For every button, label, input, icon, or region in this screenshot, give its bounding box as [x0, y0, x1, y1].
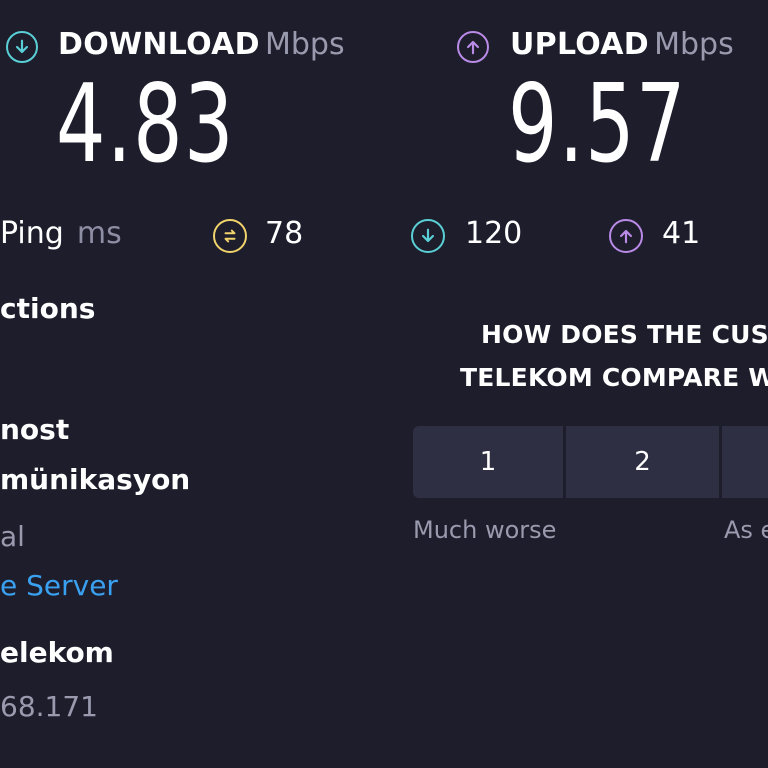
survey-question-line2: TELEKOM COMPARE W	[460, 363, 768, 392]
download-value: 4.83	[56, 62, 235, 187]
ping-unloaded-value: 78	[265, 216, 304, 251]
server-name: elekom	[0, 636, 114, 669]
ping-upload-value: 41	[662, 216, 701, 251]
download-icon	[6, 31, 38, 63]
upload-header: UPLOAD Mbps	[510, 27, 734, 62]
survey-question-line1: HOW DOES THE CUST	[481, 320, 768, 349]
provider-name: münikasyon	[0, 463, 191, 496]
scale-label-low: Much worse	[413, 516, 557, 544]
download-label: DOWNLOAD	[58, 27, 260, 62]
ping-header: Ping ms	[0, 216, 122, 251]
provider-location: al	[0, 520, 25, 553]
connections-label: ctions	[0, 292, 96, 325]
ping-download-value: 120	[465, 216, 523, 251]
ping-label: Ping	[0, 216, 64, 251]
upload-value: 9.57	[508, 62, 687, 187]
upload-label: UPLOAD	[510, 27, 650, 62]
ping-upload-icon	[609, 219, 643, 253]
speedtest-results: DOWNLOAD Mbps 4.83 UPLOAD Mbps 9.57 Ping…	[0, 0, 768, 768]
ping-unloaded-icon	[213, 219, 247, 253]
ping-unit: ms	[76, 216, 122, 251]
upload-icon	[457, 31, 489, 63]
scale-label-mid: As e	[724, 516, 768, 544]
change-server-link[interactable]: e Server	[0, 569, 118, 602]
host-label: nost	[0, 413, 70, 446]
rating-option-2[interactable]: 2	[566, 426, 719, 498]
rating-option-3[interactable]	[722, 426, 768, 498]
upload-unit: Mbps	[654, 27, 734, 62]
ping-download-icon	[411, 219, 445, 253]
rating-option-1[interactable]: 1	[413, 426, 563, 498]
download-header: DOWNLOAD Mbps	[58, 27, 345, 62]
ip-address: 68.171	[0, 690, 98, 723]
download-unit: Mbps	[264, 27, 345, 62]
